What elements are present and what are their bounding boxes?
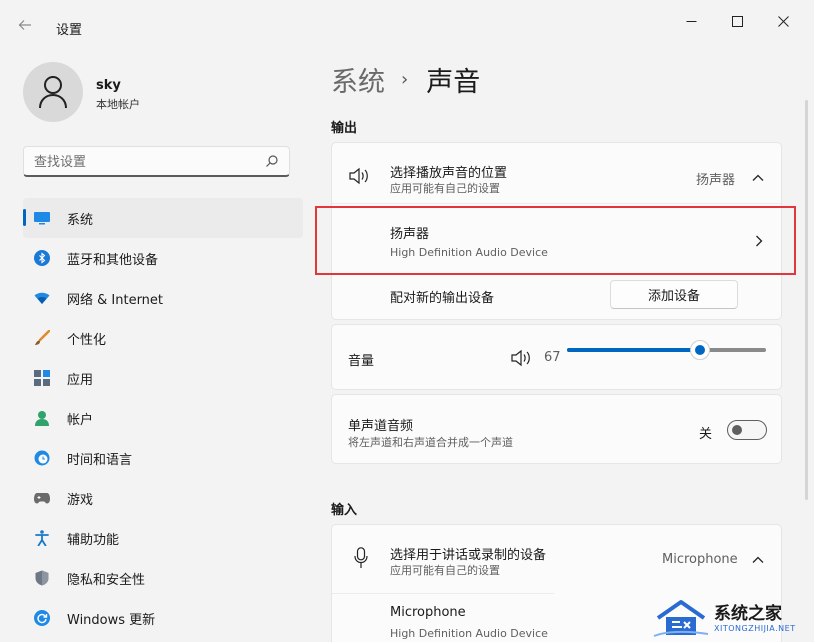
volume-label: 音量 [348,354,375,369]
minimize-button[interactable] [668,6,714,36]
search-input[interactable] [34,152,254,172]
person-icon [34,410,50,426]
app-title: 设置 [56,23,83,38]
shield-icon [34,570,50,586]
volume-card: 音量 67 [331,324,782,390]
page-title: 声音 [426,67,481,98]
back-button[interactable] [18,16,40,38]
watermark-sub: XITONGZHIJIA.NET [714,623,796,633]
avatar[interactable] [23,62,83,122]
volume-slider-thumb[interactable] [690,340,711,360]
output-device-selector[interactable]: 选择播放声音的位置 应用可能有自己的设置 扬声器 [332,143,781,203]
input-selected-value: Microphone [662,552,738,567]
sidebar-item-label: Windows 更新 [67,613,156,628]
output-choose-title: 选择播放声音的位置 [390,166,508,181]
sidebar-item-bluetooth[interactable]: 蓝牙和其他设备 [23,238,303,278]
speaker-icon [348,164,372,188]
sidebar-item-accounts[interactable]: 帐户 [23,398,303,438]
update-icon [34,610,50,626]
toggle-knob [732,425,742,435]
apps-icon [34,370,50,386]
sidebar-item-privacy[interactable]: 隐私和安全性 [23,558,303,598]
minimize-icon [686,20,696,22]
sidebar-item-gaming[interactable]: 游戏 [23,478,303,518]
volume-slider[interactable] [567,340,766,360]
add-device-button[interactable]: 添加设备 [610,280,738,309]
sidebar-item-label: 辅助功能 [67,533,120,548]
volume-slider-fill [567,348,701,352]
mono-audio-subtitle: 将左声道和右声道合并成一个声道 [348,436,513,449]
breadcrumb-parent[interactable]: 系统 [331,60,385,99]
output-section-label: 输出 [331,121,358,136]
sidebar-item-label: 蓝牙和其他设备 [67,253,159,268]
watermark: 系统之家 XITONGZHIJIA.NET [650,594,814,642]
gamepad-icon [34,490,50,506]
close-icon [777,15,789,27]
sidebar-item-label: 游戏 [67,493,94,508]
maximize-button[interactable] [714,6,760,36]
globe-clock-icon [34,450,50,466]
pair-output-label: 配对新的输出设备 [390,291,495,306]
monitor-icon [34,210,50,226]
wifi-icon [34,290,50,306]
chevron-up-icon [752,556,764,563]
mono-audio-card: 单声道音频 将左声道和右声道合并成一个声道 关 [331,394,782,464]
profile-name: sky [96,78,121,93]
sidebar-item-label: 网络 & Internet [67,293,164,308]
settings-window: 设置 sky 本地帐户 系统 蓝牙和其他设备 网络 & Internet [0,0,814,642]
title-bar: 设置 [0,0,814,44]
sidebar-item-network[interactable]: 网络 & Internet [23,278,303,318]
search-icon [266,155,278,167]
sidebar-item-apps[interactable]: 应用 [23,358,303,398]
sidebar-nav: 系统 蓝牙和其他设备 网络 & Internet 个性化 应用 帐户 时间和语言 [23,198,303,638]
sidebar-item-time-language[interactable]: 时间和语言 [23,438,303,478]
volume-icon[interactable] [510,346,534,370]
input-device-desc: High Definition Audio Device [390,627,548,640]
accessibility-icon [34,530,50,546]
scrollbar[interactable] [805,100,808,500]
volume-value: 67 [544,350,561,365]
sidebar-item-label: 系统 [67,213,94,228]
sidebar-item-accessibility[interactable]: 辅助功能 [23,518,303,558]
sidebar-item-system[interactable]: 系统 [23,198,303,238]
watermark-text: 系统之家 XITONGZHIJIA.NET [714,604,796,633]
input-choose-title: 选择用于讲话或录制的设备 [390,548,547,563]
sidebar-item-label: 隐私和安全性 [67,573,146,588]
sidebar-item-label: 应用 [67,373,94,388]
close-button[interactable] [760,6,806,36]
input-choose-subtitle: 应用可能有自己的设置 [390,564,500,577]
profile-account-type: 本地帐户 [96,98,140,111]
highlight-annotation [315,206,796,275]
mono-audio-toggle[interactable] [727,420,767,440]
microphone-icon [349,546,373,570]
sidebar-item-label: 个性化 [67,333,107,348]
mono-audio-state: 关 [699,427,713,442]
sidebar-item-windows-update[interactable]: Windows 更新 [23,598,303,638]
search-box[interactable] [23,146,290,177]
maximize-icon [731,15,743,27]
watermark-main: 系统之家 [714,603,782,624]
bluetooth-icon [34,250,50,266]
input-device-selector[interactable]: 选择用于讲话或录制的设备 应用可能有自己的设置 Microphone [332,525,781,591]
sidebar-item-personalization[interactable]: 个性化 [23,318,303,358]
input-device-name: Microphone [390,605,466,620]
mono-audio-title: 单声道音频 [348,419,414,434]
input-section-label: 输入 [331,503,358,518]
house-logo-icon [653,600,709,637]
output-choose-subtitle: 应用可能有自己的设置 [390,182,500,195]
sidebar-item-label: 帐户 [67,413,94,428]
chevron-up-icon [752,174,764,181]
sidebar-item-label: 时间和语言 [67,453,133,468]
output-selected-value: 扬声器 [696,173,736,188]
user-icon [39,76,67,109]
breadcrumb-separator: › [401,69,409,90]
breadcrumb: 系统 › 声音 [331,60,480,99]
paintbrush-icon [34,330,50,346]
arrow-left-icon [18,20,31,30]
